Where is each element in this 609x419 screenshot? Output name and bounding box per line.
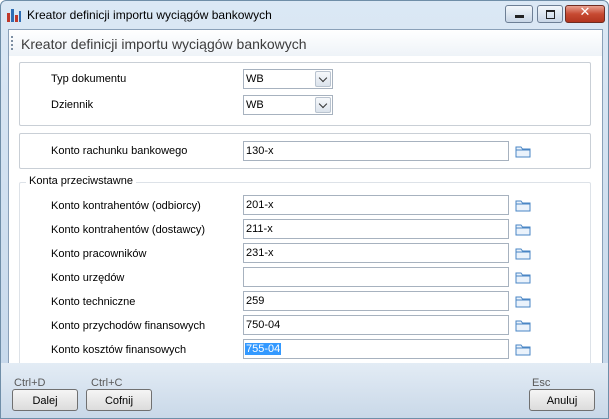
journal-value: WB [246, 99, 264, 111]
bank-account-input[interactable]: 130-x [243, 141, 509, 161]
bank-account-value: 130-x [246, 145, 274, 157]
window-title: Kreator definicji importu wyciągów banko… [27, 8, 272, 22]
journal-dropdown-button[interactable] [315, 97, 331, 113]
maximize-icon [546, 10, 555, 19]
account-value: 201-x [246, 199, 274, 211]
cancel-button[interactable]: Anuluj [529, 389, 595, 411]
offset-accounts-legend: Konta przeciwstawne [26, 175, 136, 187]
close-icon: ✕ [579, 5, 591, 20]
account-label: Konto urzędów [51, 272, 125, 284]
grip-icon [11, 36, 13, 50]
account-label: Konto kontrahentów (odbiorcy) [51, 200, 201, 212]
account-label: Konto kontrahentów (dostawcy) [51, 224, 206, 236]
financial-income-account-input[interactable]: 750-04 [243, 315, 509, 335]
chevron-down-icon [318, 99, 328, 109]
close-button[interactable]: ✕ [565, 5, 605, 23]
folder-icon[interactable] [515, 223, 531, 236]
supplier-account-input[interactable]: 211-x [243, 219, 509, 239]
document-group: Typ dokumentu WB Dziennik WB [19, 62, 591, 126]
header-band: Kreator definicji importu wyciągów banko… [9, 30, 602, 56]
doc-type-dropdown-button[interactable] [315, 71, 331, 87]
journal-select[interactable]: WB [243, 95, 333, 115]
account-value: 231-x [246, 247, 274, 259]
folder-icon[interactable] [515, 295, 531, 308]
folder-icon[interactable] [515, 199, 531, 212]
bank-account-group: Konto rachunku bankowego 130-x [19, 133, 591, 169]
customer-account-input[interactable]: 201-x [243, 195, 509, 215]
doc-type-select[interactable]: WB [243, 69, 333, 89]
bank-account-label: Konto rachunku bankowego [51, 145, 188, 157]
journal-label: Dziennik [51, 99, 94, 111]
account-value: 750-04 [246, 319, 281, 331]
account-value: 211-x [246, 223, 273, 235]
next-button[interactable]: Dalej [12, 389, 78, 411]
office-account-input[interactable] [243, 267, 509, 287]
back-button[interactable]: Cofnij [86, 389, 152, 411]
maximize-button[interactable] [537, 5, 563, 23]
minimize-icon [515, 15, 524, 18]
account-label: Konto techniczne [51, 296, 136, 308]
doc-type-label: Typ dokumentu [51, 73, 127, 85]
app-window: Kreator definicji importu wyciągów banko… [0, 0, 609, 419]
cancel-shortcut: Esc [532, 377, 551, 389]
account-label: Konto pracowników [51, 248, 147, 260]
title-bar[interactable]: Kreator definicji importu wyciągów banko… [1, 1, 608, 29]
financial-cost-account-input[interactable]: 755-04 [243, 339, 509, 359]
button-bar: Ctrl+D Ctrl+C Esc Dalej Cofnij Anuluj [1, 363, 608, 418]
doc-type-value: WB [246, 73, 264, 85]
offset-accounts-group: Konta przeciwstawne Konto kontrahentów (… [19, 175, 591, 367]
dialog-client: Kreator definicji importu wyciągów banko… [8, 29, 603, 413]
minimize-button[interactable] [505, 5, 533, 23]
page-title: Kreator definicji importu wyciągów banko… [21, 36, 307, 52]
account-label: Konto kosztów finansowych [51, 344, 187, 356]
folder-icon[interactable] [515, 271, 531, 284]
account-value-selected: 755-04 [245, 343, 282, 355]
chevron-down-icon [318, 73, 328, 83]
account-label: Konto przychodów finansowych [51, 320, 206, 332]
folder-icon[interactable] [515, 319, 531, 332]
bar-chart-icon [7, 9, 21, 22]
account-value: 259 [246, 295, 265, 307]
folder-icon[interactable] [515, 145, 531, 158]
technical-account-input[interactable]: 259 [243, 291, 509, 311]
folder-icon[interactable] [515, 343, 531, 356]
folder-icon[interactable] [515, 247, 531, 260]
next-shortcut: Ctrl+D [14, 377, 46, 389]
back-shortcut: Ctrl+C [91, 377, 123, 389]
employee-account-input[interactable]: 231-x [243, 243, 509, 263]
